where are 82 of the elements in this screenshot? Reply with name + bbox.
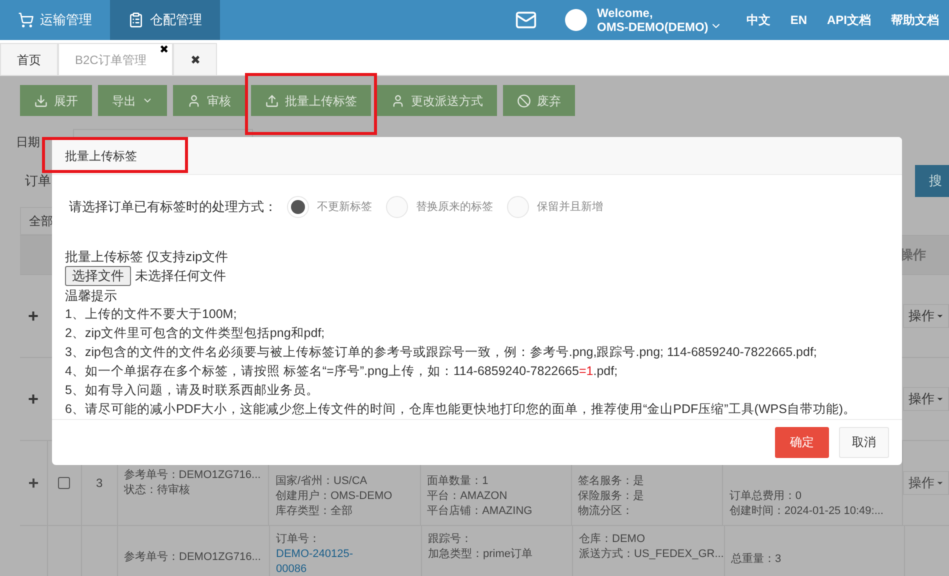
toolbar-button[interactable]: 批量上传标签 bbox=[251, 85, 371, 116]
nav-item[interactable]: 运输管理 bbox=[0, 0, 110, 40]
expand-toggle[interactable]: + bbox=[28, 473, 39, 493]
upload-icon bbox=[265, 94, 279, 108]
tip-text: 2、zip文件里可包含的文件类型包括png和pdf; bbox=[65, 324, 326, 342]
cell-text: 物流分区： bbox=[578, 504, 633, 519]
user-icon bbox=[187, 94, 201, 108]
cell-text: 订单总费用：0 bbox=[729, 489, 802, 504]
cell-text: 跟踪号： bbox=[428, 532, 472, 547]
cell-text: 创建时间：2024-01-25 10:49:... bbox=[729, 504, 884, 519]
radio-button[interactable] bbox=[287, 196, 309, 218]
cell-text: 面单数量：1 bbox=[427, 474, 488, 489]
ban-icon bbox=[517, 94, 531, 108]
radio-option[interactable]: 替换原来的标签 bbox=[386, 196, 493, 218]
page-tab[interactable]: ✖ bbox=[173, 43, 218, 75]
cell-text: 保险服务：是 bbox=[578, 489, 644, 504]
toolbar-button[interactable]: 更改派送方式 bbox=[377, 85, 497, 116]
ops-dropdown[interactable]: 操作 bbox=[903, 471, 949, 495]
toolbar-button[interactable]: 审核 bbox=[173, 85, 245, 116]
caret-icon bbox=[936, 395, 944, 403]
nav-link[interactable]: EN bbox=[780, 11, 817, 29]
cell-text: 订单号： bbox=[276, 532, 320, 547]
avatar-icon bbox=[564, 9, 587, 31]
cell-text: 平台店铺：AMAZING bbox=[427, 504, 532, 519]
cell-text: 参考单号：DEMO1ZG716... bbox=[124, 550, 261, 565]
tip-text: 6、请尽可能的减小PDF大小，这能减少您上传文件的时间，仓库也能更快地打印您的面单，推荐使用“金山PDF压缩”工具(WPS自带功能)。 bbox=[65, 400, 858, 418]
row-index: 3 bbox=[96, 475, 103, 492]
search-button[interactable]: 搜 bbox=[915, 165, 949, 197]
cell-text: 库存类型：全部 bbox=[275, 504, 352, 519]
cell-text: 总重量：3 bbox=[731, 552, 782, 567]
nav-link[interactable]: 中文 bbox=[736, 11, 780, 29]
choose-file-button[interactable]: 选择文件 bbox=[65, 266, 131, 286]
cell-text: 平台：AMAZON bbox=[427, 489, 508, 504]
tip-text: 5、如有导入问题，请及时联系西邮业务员。 bbox=[65, 382, 320, 399]
tip-text: 4、如一个单据存在多个标签，请按照 标签名“=序号”.png上传，如：114-6859240-7822665=1.pdf; bbox=[65, 362, 619, 380]
toolbar-button[interactable]: 导出 bbox=[98, 85, 167, 116]
cancel-button[interactable]: 取消 bbox=[839, 426, 889, 458]
cell-text: 加急类型：prime订单 bbox=[428, 547, 533, 562]
close-icon[interactable]: ✖ bbox=[159, 42, 168, 58]
nav-link[interactable]: 帮助文档 bbox=[881, 11, 949, 29]
date-label: 日期 bbox=[16, 134, 40, 151]
radio-prompt: 请选择订单已有标签时的处理方式： bbox=[69, 198, 277, 216]
radio-button[interactable] bbox=[386, 196, 408, 218]
nav-link[interactable]: API文档 bbox=[816, 11, 881, 29]
page-tab[interactable]: 首页 bbox=[0, 43, 58, 75]
mail-icon[interactable] bbox=[514, 9, 537, 31]
order-label: 订单 bbox=[25, 172, 51, 190]
dialog-title: 批量上传标签 bbox=[65, 148, 137, 165]
ops-dropdown[interactable]: 操作 bbox=[903, 387, 949, 411]
toolbar-button[interactable]: 展开 bbox=[20, 85, 92, 116]
order-link[interactable]: DEMO-240125- bbox=[276, 547, 354, 562]
upload-label: 批量上传标签 仅支持zip文件 bbox=[65, 248, 230, 266]
caret-icon bbox=[936, 312, 944, 320]
file-status: 未选择任何文件 bbox=[135, 267, 226, 286]
expand-toggle[interactable]: + bbox=[28, 306, 39, 326]
user-menu[interactable]: Welcome, OMS-DEMO(DEMO) bbox=[596, 6, 722, 34]
radio-option[interactable]: 保留并且新增 bbox=[507, 196, 603, 218]
radio-option[interactable]: 不更新标签 bbox=[287, 196, 372, 218]
row-checkbox[interactable] bbox=[58, 477, 70, 489]
ops-dropdown[interactable]: 操作 bbox=[903, 304, 949, 328]
tip-text: 3、zip包含的文件的文件名必须要与被上传标签订单的参考号或跟踪号一致，例：参考号.png,跟踪号.png; 114-6859240-7822665.pdf; bbox=[65, 344, 818, 361]
confirm-button[interactable]: 确定 bbox=[775, 426, 829, 458]
cart-icon bbox=[18, 12, 34, 28]
toolbar-button[interactable]: 废弃 bbox=[503, 85, 575, 116]
user-icon bbox=[391, 94, 405, 108]
caret-icon bbox=[936, 479, 944, 487]
page-tab[interactable]: B2C订单管理 ✖ bbox=[58, 43, 174, 75]
tip-text: 1、上传的文件不要大于100M; bbox=[65, 306, 238, 323]
radio-button[interactable] bbox=[507, 196, 529, 218]
clipboard-icon bbox=[128, 12, 144, 28]
tips-title: 温馨提示 bbox=[65, 286, 118, 305]
nav-item[interactable]: 仓配管理 bbox=[110, 0, 220, 40]
cell-text: 派送方式：US_FEDEX_GR... bbox=[579, 547, 724, 562]
cell-text: 参考单号：DEMO1ZG716... bbox=[124, 468, 261, 483]
cell-text: 签名服务：是 bbox=[578, 474, 644, 489]
cell-text: 创建用户：OMS-DEMO bbox=[275, 489, 392, 504]
cell-text: 状态：待审核 bbox=[124, 483, 190, 498]
cell-text: 仓库：DEMO bbox=[579, 532, 645, 547]
cell-text: 国家/省州：US/CA bbox=[275, 474, 368, 489]
expand-toggle[interactable]: + bbox=[28, 389, 39, 409]
download-icon bbox=[34, 94, 48, 108]
order-link[interactable]: 00086 bbox=[276, 562, 307, 576]
